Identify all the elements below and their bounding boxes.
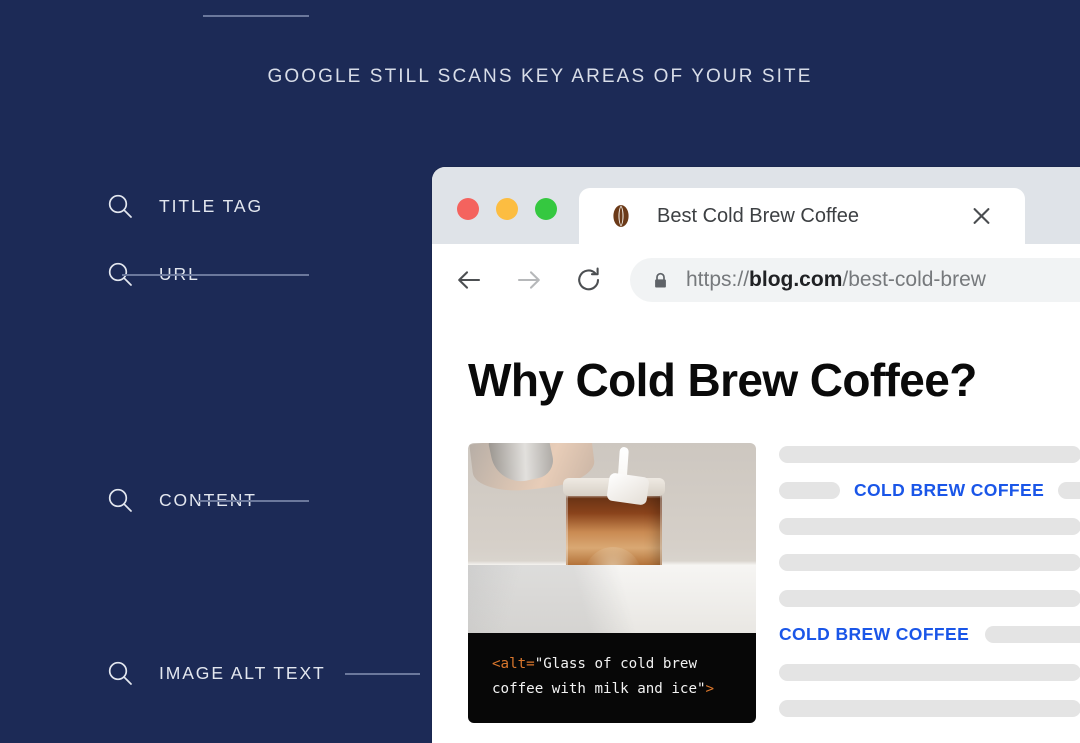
window-controls — [457, 198, 557, 220]
address-bar[interactable]: https://blog.com/best-cold-brew — [630, 258, 1080, 302]
close-window-button[interactable] — [457, 198, 479, 220]
coffee-photo — [468, 443, 756, 633]
checklist-item-label: TITLE TAG — [159, 195, 263, 216]
browser-tab-bar: Best Cold Brew Coffee — [432, 167, 1080, 244]
skeleton-bar — [779, 554, 1080, 571]
ice-cube-shape — [606, 472, 650, 506]
back-button[interactable] — [454, 265, 484, 295]
skeleton-bar — [779, 446, 1080, 463]
url-path: /best-cold-brew — [842, 268, 986, 291]
keyword-link[interactable]: COLD BREW COFFEE — [779, 624, 969, 645]
keyword-link[interactable]: COLD BREW COFFEE — [854, 480, 1044, 501]
skeleton-bar — [1058, 482, 1080, 499]
seo-checklist: TITLE TAG URL CONTENT IMAGE ALT TEXT — [0, 0, 432, 743]
alt-tag-open: <alt= — [492, 656, 535, 672]
skeleton-bar — [985, 626, 1080, 643]
connector-line — [203, 15, 309, 17]
search-icon — [108, 194, 132, 218]
url-scheme: https:// — [686, 268, 750, 291]
connector-line — [122, 274, 309, 276]
skeleton-bar — [779, 482, 840, 499]
search-icon — [108, 488, 132, 512]
skeleton-bar — [779, 664, 1080, 681]
maximize-window-button[interactable] — [535, 198, 557, 220]
skeleton-row — [779, 446, 1080, 463]
alt-tag-close: > — [705, 681, 715, 698]
address-bar-url: https://blog.com/best-cold-brew — [686, 268, 986, 292]
coffee-bean-icon — [613, 205, 629, 227]
close-tab-icon[interactable] — [972, 207, 991, 226]
skeleton-row — [779, 590, 1080, 607]
skeleton-row: COLD BREW COFFEE — [779, 624, 1080, 645]
url-host: blog.com — [749, 268, 843, 291]
skeleton-bar — [779, 700, 1080, 717]
checklist-item-image-alt-text[interactable]: IMAGE ALT TEXT — [106, 658, 326, 688]
checklist-item-label: IMAGE ALT TEXT — [159, 662, 326, 683]
article-text-skeleton: COLD BREW COFFEE COLD BREW COFFEE — [756, 443, 1080, 736]
alt-text-line-2: coffee with milk and ice" — [492, 681, 706, 698]
marble-counter-shape — [468, 564, 756, 633]
connector-line — [345, 673, 420, 675]
article-title: Why Cold Brew Coffee? — [468, 354, 977, 406]
reload-button[interactable] — [574, 265, 604, 295]
browser-window: Best Cold Brew Coffee https://blog.com/b — [432, 167, 1080, 743]
minimize-window-button[interactable] — [496, 198, 518, 220]
skeleton-bar — [779, 518, 1080, 535]
skeleton-row — [779, 700, 1080, 717]
lock-icon — [655, 272, 666, 287]
connector-line — [198, 500, 309, 502]
skeleton-row — [779, 518, 1080, 535]
article-figure: <alt="Glass of cold brew coffee with milk… — [468, 443, 756, 736]
image-alt-text-code: <alt="Glass of cold brew coffee with milk… — [468, 633, 756, 723]
skeleton-bar — [779, 590, 1080, 607]
skeleton-row — [779, 664, 1080, 681]
checklist-item-title-tag[interactable]: TITLE TAG — [106, 191, 263, 221]
search-icon — [108, 661, 132, 685]
skeleton-row — [779, 554, 1080, 571]
article-body: <alt="Glass of cold brew coffee with milk… — [468, 443, 1080, 736]
browser-tab[interactable]: Best Cold Brew Coffee — [579, 188, 1025, 244]
browser-tab-title: Best Cold Brew Coffee — [657, 204, 859, 227]
alt-text-line-1: "Glass of cold brew — [534, 656, 698, 672]
skeleton-row: COLD BREW COFFEE — [779, 480, 1080, 501]
forward-button[interactable] — [514, 265, 544, 295]
browser-toolbar: https://blog.com/best-cold-brew — [432, 244, 1080, 316]
page-content: Why Cold Brew Coffee? <alt="Glass of col… — [432, 316, 1080, 743]
